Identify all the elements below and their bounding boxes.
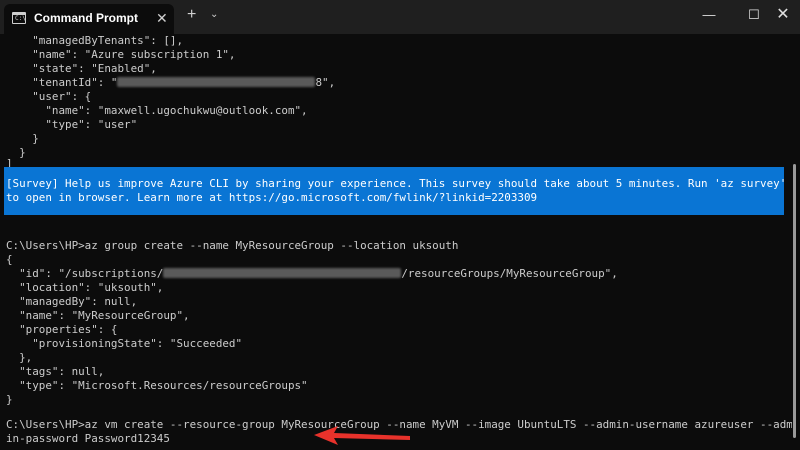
output-line: "state": "Enabled", (6, 62, 157, 75)
redacted-subscription-id (163, 268, 402, 278)
close-tab-icon[interactable]: ✕ (156, 10, 168, 26)
output-line: "name": "Azure subscription 1", (6, 48, 236, 61)
tenant-id-suffix: 8", (315, 76, 336, 89)
resource-id-suffix: /resourceGroups/MyResourceGroup", (401, 267, 618, 280)
output-line: "type": "Microsoft.Resources/resourceGro… (6, 379, 308, 392)
output-line: "location": "uksouth", (6, 281, 164, 294)
tab-title: Command Prompt (34, 11, 139, 25)
output-line: "managedBy": null, (6, 295, 138, 308)
command-line: in-password Password12345 (6, 432, 170, 445)
output-line: } (6, 393, 13, 406)
tab-icon-text: C:\ (15, 15, 26, 22)
output-line: "properties": { (6, 323, 118, 336)
red-arrow-annotation (314, 426, 410, 445)
resource-id-line: "id": "/subscriptions/ /resourceGroups/My… (6, 267, 618, 281)
command-prompt-window: C:\ Command Prompt ✕ + ⌄ — ☐ ✕ "managedB… (0, 0, 800, 450)
resource-id-prefix: "id": "/subscriptions/ (6, 267, 164, 280)
tab-command-prompt[interactable]: C:\ Command Prompt ✕ (4, 4, 174, 34)
output-line: "name": "maxwell.ugochukwu@outlook.com", (6, 104, 308, 117)
chevron-down-icon[interactable]: ⌄ (210, 9, 218, 21)
tenant-id-prefix: "tenantId": " (6, 76, 118, 89)
close-window-button[interactable]: ✕ (760, 0, 800, 30)
scrollbar[interactable] (793, 164, 796, 438)
command-line: C:\Users\HP>az group create --name MyRes… (6, 239, 459, 252)
redacted-tenant-id (117, 77, 316, 87)
output-line: "provisioningState": "Succeeded" (6, 337, 243, 350)
survey-banner: [Survey] Help us improve Azure CLI by sh… (4, 167, 787, 215)
output-line: "type": "user" (6, 118, 138, 131)
new-tab-icon[interactable]: + (187, 7, 196, 23)
survey-line: [Survey] Help us improve Azure CLI by sh… (6, 177, 787, 190)
output-line: "name": "MyResourceGroup", (6, 309, 190, 322)
output-line: "tags": null, (6, 365, 105, 378)
title-bar: C:\ Command Prompt ✕ + ⌄ — ☐ ✕ (0, 0, 800, 34)
tenant-id-line: "tenantId": " 8", (6, 76, 335, 90)
output-line: { (6, 253, 13, 266)
terminal-output[interactable]: "managedByTenants": [], "name": "Azure s… (0, 34, 792, 450)
survey-line: to open in browser. Learn more at https:… (6, 191, 538, 204)
output-line: }, (6, 351, 33, 364)
command-prompt-icon: C:\ (12, 12, 26, 24)
output-line: "user": { (6, 90, 92, 103)
minimize-button[interactable]: — (686, 0, 732, 30)
output-line: } (6, 132, 39, 145)
output-line: "managedByTenants": [], (6, 34, 184, 47)
